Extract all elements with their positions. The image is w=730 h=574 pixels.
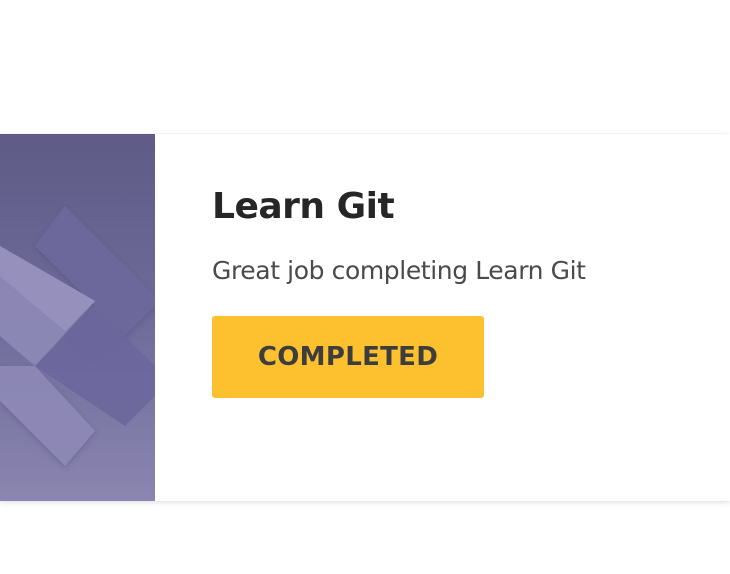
course-card[interactable]: Learn Git Great job completing Learn Git… — [0, 134, 730, 501]
chevron-pattern-icon — [0, 206, 155, 466]
completed-button[interactable]: COMPLETED — [212, 316, 484, 398]
page: Learn Git Great job completing Learn Git… — [0, 0, 730, 574]
course-card-body: Learn Git Great job completing Learn Git… — [212, 134, 712, 501]
course-thumbnail — [0, 134, 155, 501]
course-description: Great job completing Learn Git — [212, 256, 586, 285]
course-title[interactable]: Learn Git — [212, 186, 395, 227]
